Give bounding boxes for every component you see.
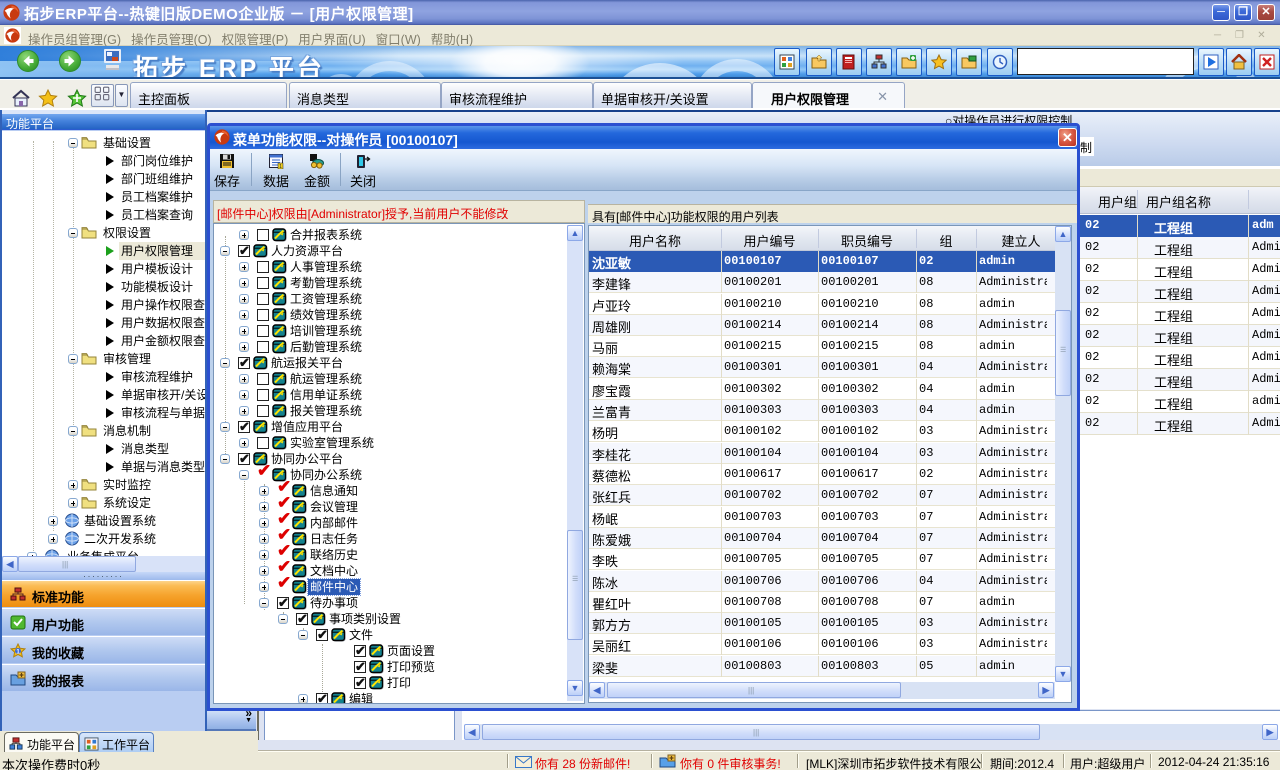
- svg-text:1: 1: [279, 164, 282, 169]
